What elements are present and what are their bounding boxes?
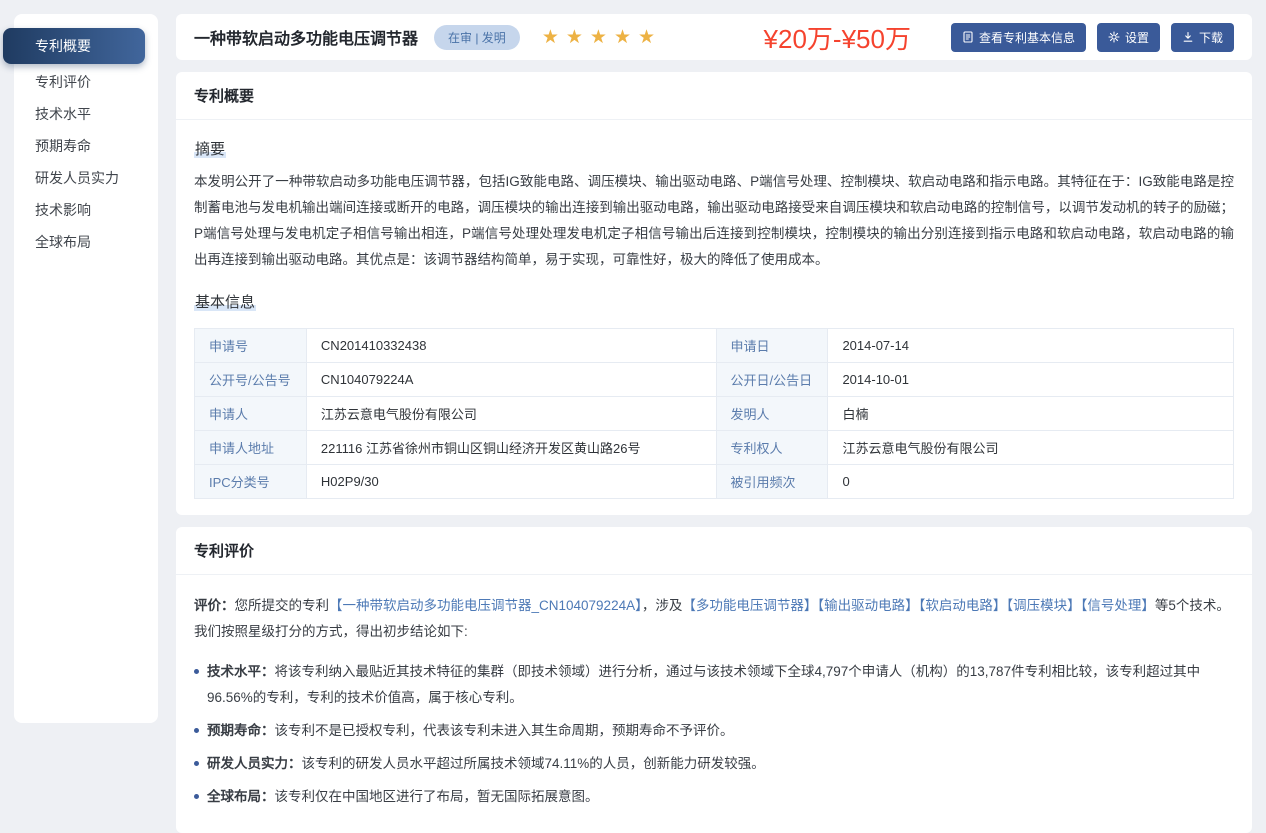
- sidebar-item-life-expectancy[interactable]: 预期寿命: [14, 130, 158, 162]
- settings-label: 设置: [1125, 29, 1149, 46]
- info-value-link[interactable]: 江苏云意电气股份有限公司: [306, 397, 716, 431]
- info-label: IPC分类号: [195, 465, 307, 499]
- bullet-text: 将该专利纳入最贴近其技术特征的集群（即技术领域）进行分析，通过与该技术领域下全球…: [207, 664, 1200, 705]
- view-basic-info-button[interactable]: 查看专利基本信息: [951, 23, 1086, 52]
- bullet-label: 预期寿命：: [207, 723, 275, 738]
- bullet-label: 技术水平：: [207, 664, 275, 679]
- price-range: ¥20万-¥50万: [764, 19, 911, 56]
- related-tech-link[interactable]: 【输出驱动电路】: [817, 598, 918, 613]
- info-label: 申请日: [716, 329, 828, 363]
- info-label: 发明人: [716, 397, 828, 431]
- settings-button[interactable]: 设置: [1097, 23, 1160, 52]
- evaluation-card: 专利评价 评价：您所提交的专利【一种带软启动多功能电压调节器_CN1040792…: [176, 527, 1252, 833]
- star-rating: ★★★★★: [542, 26, 662, 49]
- sidebar-item-evaluation[interactable]: 专利评价: [14, 66, 158, 98]
- sidebar: 专利概要专利评价技术水平预期寿命研发人员实力技术影响全球布局: [14, 14, 158, 723]
- star-icon: ★: [614, 27, 638, 48]
- bullet-label: 全球布局：: [207, 789, 275, 804]
- basic-info-table: 申请号CN201410332438申请日2014-07-14公开号/公告号CN1…: [194, 328, 1234, 499]
- header-actions: 查看专利基本信息 设置: [951, 23, 1234, 52]
- evaluation-bullet-global-layout: 全球布局：该专利仅在中国地区进行了布局，暂无国际拓展意图。: [194, 784, 1234, 810]
- star-icon: ★: [638, 27, 662, 48]
- bullet-label: 研发人员实力：: [207, 756, 302, 771]
- bullet-text: 该专利不是已授权专利，代表该专利未进入其生命周期，预期寿命不予评价。: [275, 723, 734, 738]
- gear-icon: [1108, 31, 1120, 43]
- info-value: CN201410332438: [306, 329, 716, 363]
- star-icon: ★: [542, 27, 566, 48]
- related-tech-link[interactable]: 【调压模块】: [1006, 598, 1080, 613]
- status-badge: 在审 | 发明: [434, 25, 520, 50]
- download-label: 下载: [1199, 29, 1223, 46]
- overview-card-title: 专利概要: [176, 72, 1252, 120]
- main-content: 一种带软启动多功能电压调节器 在审 | 发明 ★★★★★ ¥20万-¥50万 查…: [176, 14, 1252, 833]
- info-label: 被引用频次: [716, 465, 828, 499]
- overview-card: 专利概要 摘要 本发明公开了一种带软启动多功能电压调节器，包括IG致能电路、调压…: [176, 72, 1252, 515]
- patent-title: 一种带软启动多功能电压调节器: [194, 25, 418, 49]
- download-icon: [1182, 31, 1194, 43]
- info-label: 申请号: [195, 329, 307, 363]
- evaluation-intro-text: ，涉及: [642, 598, 683, 613]
- info-value: 0: [828, 465, 1234, 499]
- related-tech-link[interactable]: 【信号处理】: [1081, 598, 1155, 613]
- view-basic-info-label: 查看专利基本信息: [979, 29, 1075, 46]
- evaluation-bullet-rd-staff: 研发人员实力：该专利的研发人员水平超过所属技术领域74.11%的人员，创新能力研…: [194, 751, 1234, 777]
- sidebar-item-tech-impact[interactable]: 技术影响: [14, 194, 158, 226]
- patent-header-bar: 一种带软启动多功能电压调节器 在审 | 发明 ★★★★★ ¥20万-¥50万 查…: [176, 14, 1252, 60]
- info-label: 公开日/公告日: [716, 363, 828, 397]
- info-value: 221116 江苏省徐州市铜山区铜山经济开发区黄山路26号: [306, 431, 716, 465]
- table-row: 申请人地址221116 江苏省徐州市铜山区铜山经济开发区黄山路26号专利权人江苏…: [195, 431, 1234, 465]
- star-icon: ★: [590, 27, 614, 48]
- info-value: 2014-07-14: [828, 329, 1234, 363]
- info-label: 专利权人: [716, 431, 828, 465]
- sidebar-item-global-layout[interactable]: 全球布局: [14, 226, 158, 258]
- info-label: 申请人地址: [195, 431, 307, 465]
- evaluation-intro-text: 您所提交的专利: [235, 598, 330, 613]
- bullet-text: 该专利仅在中国地区进行了布局，暂无国际拓展意图。: [275, 789, 599, 804]
- evaluation-bullet-life-expectancy: 预期寿命：该专利不是已授权专利，代表该专利未进入其生命周期，预期寿命不予评价。: [194, 718, 1234, 744]
- abstract-heading: 摘要: [194, 138, 226, 159]
- info-value: CN104079224A: [306, 363, 716, 397]
- table-row: 公开号/公告号CN104079224A公开日/公告日2014-10-01: [195, 363, 1234, 397]
- info-label: 申请人: [195, 397, 307, 431]
- overview-card-body: 摘要 本发明公开了一种带软启动多功能电压调节器，包括IG致能电路、调压模块、输出…: [176, 120, 1252, 515]
- info-value-link[interactable]: 江苏云意电气股份有限公司: [828, 431, 1234, 465]
- basic-info-heading: 基本信息: [194, 291, 256, 312]
- sidebar-item-tech-level[interactable]: 技术水平: [14, 98, 158, 130]
- bullet-text: 该专利的研发人员水平超过所属技术领域74.11%的人员，创新能力研发较强。: [302, 756, 765, 771]
- sidebar-item-rd-staff[interactable]: 研发人员实力: [14, 162, 158, 194]
- info-value: H02P9/30: [306, 465, 716, 499]
- table-row: 申请号CN201410332438申请日2014-07-14: [195, 329, 1234, 363]
- info-value-link[interactable]: 白楠: [828, 397, 1234, 431]
- related-tech-link[interactable]: 【软启动电路】: [919, 598, 1007, 613]
- related-tech-link[interactable]: 【一种带软启动多功能电压调节器_CN104079224A】: [329, 598, 642, 613]
- evaluation-card-body: 评价：您所提交的专利【一种带软启动多功能电压调节器_CN104079224A】，…: [176, 575, 1252, 833]
- evaluation-card-title: 专利评价: [176, 527, 1252, 575]
- table-row: 申请人江苏云意电气股份有限公司发明人白楠: [195, 397, 1234, 431]
- abstract-text: 本发明公开了一种带软启动多功能电压调节器，包括IG致能电路、调压模块、输出驱动电…: [194, 169, 1234, 273]
- page: 专利概要专利评价技术水平预期寿命研发人员实力技术影响全球布局 一种带软启动多功能…: [0, 0, 1266, 730]
- table-row: IPC分类号H02P9/30被引用频次0: [195, 465, 1234, 499]
- download-button[interactable]: 下载: [1171, 23, 1234, 52]
- sidebar-item-overview[interactable]: 专利概要: [3, 28, 145, 64]
- evaluation-intro-label: 评价：: [194, 598, 235, 613]
- evaluation-bullets: 技术水平：将该专利纳入最贴近其技术特征的集群（即技术领域）进行分析，通过与该技术…: [194, 659, 1234, 810]
- evaluation-bullet-tech-level: 技术水平：将该专利纳入最贴近其技术特征的集群（即技术领域）进行分析，通过与该技术…: [194, 659, 1234, 711]
- document-icon: [962, 31, 974, 43]
- info-label: 公开号/公告号: [195, 363, 307, 397]
- related-tech-link[interactable]: 【多功能电压调节器】: [682, 598, 817, 613]
- evaluation-intro: 评价：您所提交的专利【一种带软启动多功能电压调节器_CN104079224A】，…: [194, 593, 1234, 645]
- star-icon: ★: [566, 27, 590, 48]
- info-value: 2014-10-01: [828, 363, 1234, 397]
